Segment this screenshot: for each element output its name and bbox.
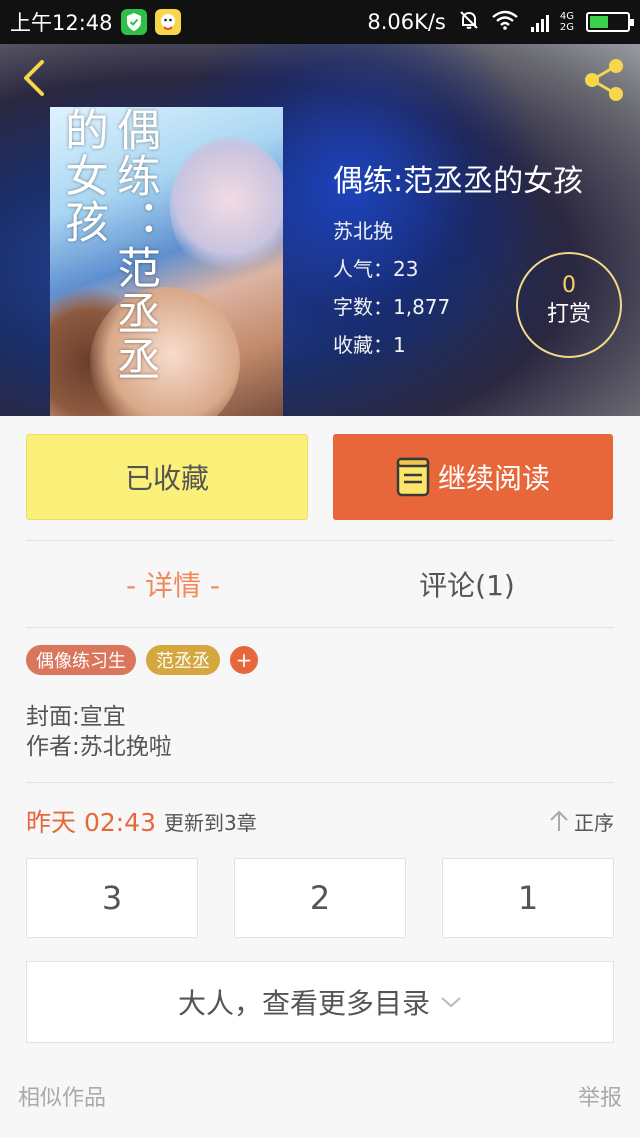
tag-item[interactable]: 范丞丞 [146, 645, 220, 675]
tab-bar: - 详情 - 评论(1) [26, 541, 614, 627]
share-button[interactable] [580, 56, 628, 104]
book-description: 封面:宣宜 作者:苏北挽啦 [26, 702, 172, 762]
collected-button[interactable]: 已收藏 [26, 434, 308, 520]
mute-bell-icon [458, 9, 480, 36]
update-row: 昨天 02:43 更新到3章 正序 [26, 804, 614, 838]
book-header: 偶练：范丞丞的女孩 偶练:范丞丞的女孩 苏北挽 人气：23 字数：1,877 收… [0, 44, 640, 416]
network-4g-label: 4G [559, 11, 574, 22]
qq-icon [154, 9, 181, 35]
book-title: 偶练:范丞丞的女孩 [333, 164, 584, 199]
sort-label: 正序 [574, 810, 614, 835]
divider [26, 782, 614, 783]
chapter-list: 3 2 1 [26, 858, 614, 938]
network-speed: 8.06K/s [367, 10, 446, 34]
collected-label: 已收藏 [124, 462, 209, 495]
shield-icon [120, 9, 147, 35]
reward-count: 0 [562, 273, 576, 298]
divider [26, 627, 614, 628]
similar-works-label: 相似作品 [18, 1086, 107, 1111]
book-author[interactable]: 苏北挽 [333, 212, 633, 250]
more-catalog-button[interactable]: 大人，查看更多目录 [26, 961, 614, 1043]
more-catalog-label: 大人，查看更多目录 [177, 987, 430, 1020]
tab-detail[interactable]: - 详情 - [26, 541, 320, 627]
battery-icon [586, 12, 634, 32]
continue-reading-button[interactable]: 继续阅读 [333, 434, 613, 520]
tag-list: 偶像练习生 范丞丞 + [26, 645, 258, 675]
update-time: 昨天 02:43 [26, 808, 156, 837]
chapter-button[interactable]: 2 [234, 858, 406, 938]
book-cover[interactable]: 偶练：范丞丞的女孩 [50, 107, 283, 416]
status-time: 上午12:48 [10, 11, 113, 35]
book-icon [396, 457, 430, 497]
tag-item[interactable]: 偶像练习生 [26, 645, 136, 675]
update-text: 更新到3章 [164, 810, 257, 835]
network-2g-label: 2G [559, 22, 574, 33]
share-icon [585, 59, 623, 101]
chapter-button[interactable]: 1 [442, 858, 614, 938]
signal-icon: 4G 2G [530, 11, 574, 33]
chapter-button[interactable]: 3 [26, 858, 198, 938]
author-credit: 作者:苏北挽啦 [26, 734, 172, 760]
wifi-icon [492, 10, 518, 35]
cover-title: 偶练：范丞丞的女孩 [57, 107, 160, 383]
cover-credit: 封面:宣宜 [26, 704, 126, 730]
sort-up-icon [550, 810, 568, 831]
status-bar: 上午12:48 8.06K/s 4G 2G [0, 0, 640, 44]
add-tag-button[interactable]: + [230, 646, 258, 674]
reward-button[interactable]: 0 打赏 [516, 252, 622, 358]
chevron-down-icon [441, 997, 461, 1008]
footer: 相似作品 举报 [18, 1080, 622, 1112]
back-button[interactable] [18, 58, 54, 98]
back-icon [24, 60, 44, 96]
report-button[interactable]: 举报 [578, 1080, 622, 1112]
reward-label: 打赏 [546, 302, 591, 327]
continue-reading-label: 继续阅读 [437, 462, 550, 495]
sort-button[interactable]: 正序 [548, 807, 614, 836]
tab-comments[interactable]: 评论(1) [320, 541, 614, 627]
